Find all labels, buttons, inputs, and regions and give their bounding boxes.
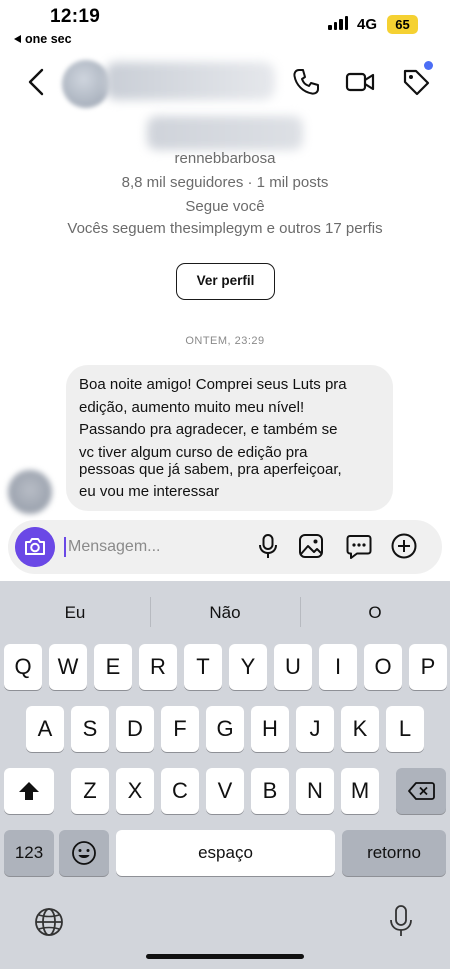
key[interactable]: C <box>161 768 199 814</box>
message-line: Passando pra agradecer, e também se <box>79 421 338 438</box>
back-triangle-icon <box>14 35 21 43</box>
microphone-icon[interactable] <box>254 532 282 560</box>
key[interactable]: N <box>296 768 334 814</box>
suggestion-1[interactable]: Eu <box>0 603 150 623</box>
key[interactable]: V <box>206 768 244 814</box>
status-time: 12:19 <box>50 6 101 27</box>
key[interactable]: J <box>296 706 334 752</box>
add-icon[interactable] <box>390 532 418 560</box>
message-input[interactable] <box>68 533 248 561</box>
message-line: vc tiver algum curso de edição pra <box>79 444 308 461</box>
key[interactable]: E <box>94 644 132 690</box>
message-line: edição, aumento muito meu nível! <box>79 399 305 416</box>
backspace-key[interactable] <box>396 768 446 814</box>
key[interactable]: S <box>71 706 109 752</box>
message-line: eu vou me interessar <box>79 483 220 500</box>
numbers-key[interactable]: 123 <box>4 830 54 876</box>
video-icon[interactable] <box>344 66 376 98</box>
suggestion-2[interactable]: Não <box>150 603 300 623</box>
emoji-icon <box>72 841 96 865</box>
battery-indicator: 65 <box>387 15 418 34</box>
key[interactable]: H <box>251 706 289 752</box>
globe-icon[interactable] <box>33 906 65 938</box>
camera-icon[interactable] <box>15 527 55 567</box>
suggestion-3[interactable]: O <box>300 603 450 623</box>
image-icon[interactable] <box>297 532 325 560</box>
key[interactable]: M <box>341 768 379 814</box>
back-to-app-link[interactable]: one sec <box>14 32 72 46</box>
key[interactable]: G <box>206 706 244 752</box>
profile-name-blurred <box>147 116 303 150</box>
key[interactable]: A <box>26 706 64 752</box>
key[interactable]: D <box>116 706 154 752</box>
key[interactable]: L <box>386 706 424 752</box>
key[interactable]: W <box>49 644 87 690</box>
key[interactable]: Q <box>4 644 42 690</box>
tag-icon[interactable] <box>400 66 432 98</box>
key[interactable]: Z <box>71 768 109 814</box>
key[interactable]: B <box>251 768 289 814</box>
key[interactable]: Y <box>229 644 267 690</box>
key[interactable]: F <box>161 706 199 752</box>
phone-icon[interactable] <box>290 66 322 98</box>
status-bar: 12:19 one sec 4G 65 <box>0 0 450 52</box>
contact-avatar[interactable] <box>62 60 110 108</box>
key[interactable]: O <box>364 644 402 690</box>
home-indicator[interactable] <box>146 954 304 959</box>
signal-icon <box>328 16 348 30</box>
sender-avatar[interactable] <box>8 470 52 514</box>
shift-key[interactable] <box>4 768 54 814</box>
key[interactable]: R <box>139 644 177 690</box>
text-caret <box>64 537 66 557</box>
dictation-icon[interactable] <box>387 904 415 938</box>
follows-you-label: Segue você <box>185 198 265 215</box>
emoji-key[interactable] <box>59 830 109 876</box>
message-timestamp: ONTEM, 23:29 <box>185 335 265 347</box>
back-chevron-icon[interactable] <box>24 66 52 98</box>
network-type: 4G <box>357 16 378 33</box>
return-key[interactable]: retorno <box>342 830 446 876</box>
profile-username: rennebbarbosa <box>174 150 276 167</box>
backspace-icon <box>408 782 435 800</box>
contact-name-blurred[interactable] <box>105 62 275 100</box>
shift-icon <box>19 782 39 800</box>
message-line: Boa noite amigo! Comprei seus Luts pra <box>79 376 347 393</box>
key[interactable]: K <box>341 706 379 752</box>
key[interactable]: I <box>319 644 357 690</box>
key[interactable]: T <box>184 644 222 690</box>
message-line: pessoas que já sabem, pra aperfeiçoar, <box>79 461 342 478</box>
chat-header <box>0 52 450 112</box>
mutual-follows: Vocês seguem thesimplegym e outros 17 pe… <box>67 220 383 237</box>
key[interactable]: P <box>409 644 447 690</box>
notification-dot <box>424 61 433 70</box>
profile-stats: 8,8 mil seguidores · 1 mil posts <box>121 174 329 191</box>
space-key[interactable]: espaço <box>116 830 335 876</box>
sticker-icon[interactable] <box>345 532 373 560</box>
view-profile-button[interactable]: Ver perfil <box>176 263 275 300</box>
key[interactable]: U <box>274 644 312 690</box>
back-app-label: one sec <box>25 32 72 46</box>
key[interactable]: X <box>116 768 154 814</box>
